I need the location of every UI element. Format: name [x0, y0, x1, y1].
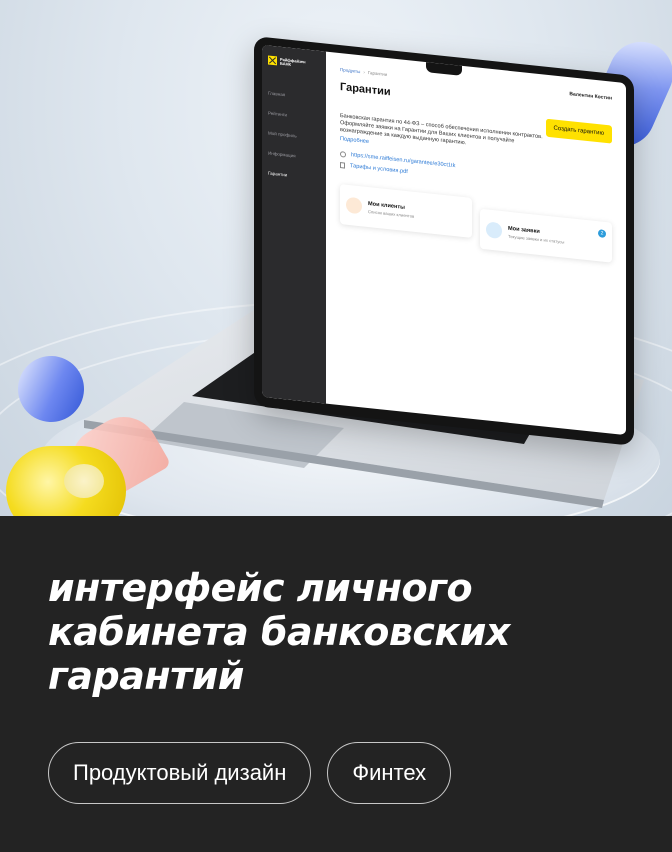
headline-line-2: кабинета банковских	[48, 610, 510, 654]
document-icon	[340, 162, 345, 169]
case-card: Райффайзен БАНК Главная Рейтинги Мой про…	[0, 0, 672, 852]
smile-icon	[346, 196, 362, 215]
sidebar-item-home[interactable]: Главная	[268, 90, 320, 100]
sidebar-item-profile[interactable]: Мой профиль	[268, 130, 320, 140]
sidebar-item-ratings[interactable]: Рейтинги	[268, 110, 320, 120]
headline-line-1: интерфейс личного	[48, 566, 473, 610]
tag-fintech[interactable]: Финтех	[327, 742, 452, 804]
count-badge: 2	[598, 229, 606, 238]
hero-image: Райффайзен БАНК Главная Рейтинги Мой про…	[0, 0, 672, 516]
tiles: Мои клиенты Список ваших клиентов Мои за…	[340, 184, 612, 263]
app-sidebar: Райффайзен БАНК Главная Рейтинги Мой про…	[262, 44, 326, 404]
globe-icon	[340, 151, 346, 158]
bank-logo: Райффайзен БАНК	[268, 55, 320, 69]
create-guarantee-button[interactable]: Создать гарантию	[545, 118, 612, 144]
sidebar-item-info[interactable]: Информация	[268, 150, 320, 160]
breadcrumb: Продукты › Гарантии	[340, 67, 387, 77]
tag-list: Продуктовый дизайн Финтех	[48, 742, 452, 804]
sidebar-item-guarantees[interactable]: Гарантии	[268, 170, 320, 180]
tariffs-link[interactable]: Тарифы и условия.pdf	[350, 163, 408, 175]
laptop-lid: Райффайзен БАНК Главная Рейтинги Мой про…	[254, 36, 634, 446]
user-name[interactable]: Валентин Костин	[569, 91, 612, 101]
breadcrumb-parent-link[interactable]: Продукты	[340, 67, 360, 74]
document-icon	[486, 221, 502, 240]
app-main: Продукты › Гарантии Валентин Костин Гарант…	[326, 52, 626, 436]
breadcrumb-separator: ›	[363, 69, 365, 75]
tile-my-clients[interactable]: Мои клиенты Список ваших клиентов	[340, 184, 472, 238]
breadcrumb-current: Гарантии	[367, 69, 388, 77]
raiffeisen-logo-icon	[268, 55, 277, 66]
case-headline: интерфейс личного кабинета банковских га…	[48, 566, 648, 698]
laptop-screen: Райффайзен БАНК Главная Рейтинги Мой про…	[262, 44, 626, 436]
headline-line-3: гарантий	[48, 654, 244, 698]
tag-product-design[interactable]: Продуктовый дизайн	[48, 742, 312, 804]
tile-my-requests[interactable]: Мои заявки Текущие заявки и их статусы 2	[480, 208, 612, 263]
